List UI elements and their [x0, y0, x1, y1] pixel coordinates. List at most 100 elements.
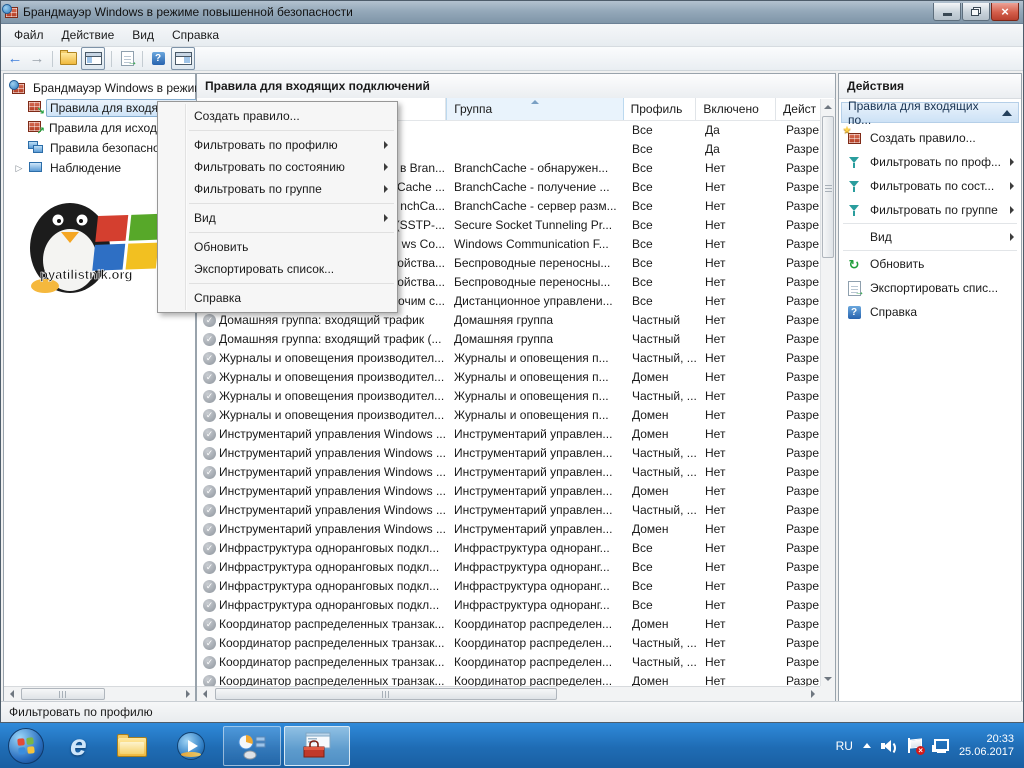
- rule-action-cell: Разре: [778, 579, 820, 593]
- clock[interactable]: 20:33 25.06.2017: [959, 733, 1014, 759]
- rule-row[interactable]: ✓Инструментарий управления Windows ...Ин…: [197, 462, 820, 481]
- context-menu-item-refresh[interactable]: Обновить: [158, 236, 397, 258]
- scroll-down-icon[interactable]: [821, 671, 835, 686]
- scrollbar-thumb[interactable]: [21, 688, 105, 700]
- restore-button[interactable]: [962, 3, 990, 21]
- rule-enabled-cell: Нет: [698, 427, 778, 441]
- network-icon[interactable]: [932, 739, 949, 753]
- forward-icon[interactable]: →: [28, 49, 46, 68]
- close-button[interactable]: ×: [991, 3, 1019, 21]
- action-item-view[interactable]: Вид: [839, 225, 1021, 249]
- rule-enabled-cell: Нет: [698, 275, 778, 289]
- context-menu-item-filter-group[interactable]: Фильтровать по группе: [158, 178, 397, 200]
- rule-enabled-cell: Нет: [698, 370, 778, 384]
- rule-enabled-cell: Нет: [698, 465, 778, 479]
- action-item-refresh[interactable]: ↻Обновить: [839, 252, 1021, 276]
- list-vertical-scrollbar[interactable]: [820, 99, 835, 686]
- list-horizontal-scrollbar[interactable]: [197, 686, 820, 701]
- action-item-filter-group[interactable]: Фильтровать по группе: [839, 198, 1021, 222]
- disabled-check-icon: ✓: [203, 314, 216, 327]
- context-menu-item-filter-state[interactable]: Фильтровать по состоянию: [158, 156, 397, 178]
- rule-row[interactable]: ✓Журналы и оповещения производител...Жур…: [197, 386, 820, 405]
- action-item-new-rule[interactable]: ★Создать правило...: [839, 126, 1021, 150]
- control-panel-taskbar-button[interactable]: [223, 726, 281, 766]
- action-item-label: Фильтровать по проф...: [870, 155, 1001, 169]
- scroll-right-icon[interactable]: [180, 687, 195, 701]
- action-item-help[interactable]: ?Справка: [839, 300, 1021, 324]
- tree-horizontal-scrollbar[interactable]: [4, 686, 195, 701]
- rule-row[interactable]: ✓Инфраструктура одноранговых подкл...Инф…: [197, 538, 820, 557]
- action-center-flag-icon[interactable]: ×: [907, 738, 922, 753]
- action-item-export-list[interactable]: →Экспортировать спис...: [839, 276, 1021, 300]
- control-panel-icon: [237, 732, 267, 760]
- context-menu-item-new-rule[interactable]: Создать правило...: [158, 105, 397, 127]
- scroll-right-icon[interactable]: [805, 687, 820, 701]
- rule-row[interactable]: ✓Журналы и оповещения производител...Жур…: [197, 348, 820, 367]
- rule-row[interactable]: ✓Инфраструктура одноранговых подкл...Инф…: [197, 576, 820, 595]
- filter-icon: [846, 181, 862, 192]
- rule-row[interactable]: ✓Журналы и оповещения производител...Жур…: [197, 405, 820, 424]
- volume-icon[interactable]: [881, 739, 897, 753]
- show-hide-tree-icon[interactable]: [81, 47, 105, 70]
- inbound-rules-icon: ↘: [28, 101, 41, 115]
- admin-tools-taskbar-button[interactable]: [284, 726, 350, 766]
- scrollbar-thumb[interactable]: [215, 688, 557, 700]
- back-icon[interactable]: ←: [6, 49, 24, 68]
- rule-row[interactable]: ✓Журналы и оповещения производител...Жур…: [197, 367, 820, 386]
- action-item-filter-state[interactable]: Фильтровать по сост...: [839, 174, 1021, 198]
- scroll-left-icon[interactable]: [4, 687, 19, 701]
- rule-row[interactable]: ✓Инструментарий управления Windows ...Ин…: [197, 519, 820, 538]
- internet-explorer-icon[interactable]: e: [70, 731, 87, 761]
- rule-row[interactable]: ✓Инструментарий управления Windows ...Ин…: [197, 424, 820, 443]
- rule-row[interactable]: ✓Координатор распределенных транзак...Ко…: [197, 614, 820, 633]
- scrollbar-thumb[interactable]: [822, 116, 834, 258]
- rule-status-icon: ✓: [197, 635, 219, 650]
- rule-row[interactable]: ✓Инструментарий управления Windows ...Ин…: [197, 500, 820, 519]
- column-header-profile[interactable]: Профиль: [624, 98, 697, 120]
- rule-name-cell: Инструментарий управления Windows ...: [219, 484, 447, 498]
- tree-item-firewall-root[interactable]: Брандмауэр Windows в режим: [4, 78, 195, 98]
- context-menu-item-export-list[interactable]: Экспортировать список...: [158, 258, 397, 280]
- column-header-group[interactable]: Группа: [446, 98, 623, 120]
- hidden-icons-icon[interactable]: [863, 743, 871, 748]
- rule-row[interactable]: ✓Координатор распределенных транзак...Ко…: [197, 671, 820, 686]
- minimize-button[interactable]: [933, 3, 961, 21]
- console-folder-icon[interactable]: [59, 49, 77, 68]
- windows-explorer-icon[interactable]: [117, 735, 147, 757]
- menubar-item-3[interactable]: Справка: [163, 25, 228, 45]
- rule-status-icon: ✓: [197, 521, 219, 536]
- rule-row[interactable]: ✓Инфраструктура одноранговых подкл...Инф…: [197, 595, 820, 614]
- scroll-left-icon[interactable]: [197, 687, 212, 701]
- actions-section-header[interactable]: Правила для входящих по...: [841, 102, 1019, 123]
- show-hide-actions-icon[interactable]: [171, 47, 195, 70]
- menubar-item-0[interactable]: Файл: [5, 25, 53, 45]
- media-player-icon[interactable]: [177, 732, 205, 760]
- menubar-item-2[interactable]: Вид: [123, 25, 163, 45]
- rule-row[interactable]: ✓Домашняя группа: входящий трафик (...До…: [197, 329, 820, 348]
- rule-name-cell: Инструментарий управления Windows ...: [219, 446, 447, 460]
- rule-row[interactable]: ✓Координатор распределенных транзак...Ко…: [197, 652, 820, 671]
- rule-enabled-cell: Нет: [698, 332, 778, 346]
- context-menu-item-help[interactable]: Справка: [158, 287, 397, 309]
- rule-group-cell: Инструментарий управлен...: [447, 446, 625, 460]
- expander-icon[interactable]: ▷: [14, 163, 24, 174]
- export-list-icon[interactable]: →: [118, 49, 136, 68]
- menubar-item-1[interactable]: Действие: [53, 25, 124, 45]
- start-button[interactable]: [8, 728, 44, 764]
- context-menu-item-filter-profile[interactable]: Фильтровать по профилю: [158, 134, 397, 156]
- rule-row[interactable]: ✓Инструментарий управления Windows ...Ин…: [197, 443, 820, 462]
- help-icon[interactable]: ?: [149, 49, 167, 68]
- rule-enabled-cell: Нет: [698, 313, 778, 327]
- rule-enabled-cell: Нет: [698, 237, 778, 251]
- rule-row[interactable]: ✓Инфраструктура одноранговых подкл...Инф…: [197, 557, 820, 576]
- scroll-up-icon[interactable]: [821, 99, 835, 114]
- rule-group-cell: Журналы и оповещения п...: [447, 351, 625, 365]
- scrollbar-corner: [820, 686, 835, 701]
- column-header-enabled[interactable]: Включено: [696, 98, 776, 120]
- rule-group-cell: Windows Communication F...: [447, 237, 625, 251]
- context-menu-item-view[interactable]: Вид: [158, 207, 397, 229]
- rule-row[interactable]: ✓Координатор распределенных транзак...Ко…: [197, 633, 820, 652]
- rule-row[interactable]: ✓Инструментарий управления Windows ...Ин…: [197, 481, 820, 500]
- action-item-filter-profile[interactable]: Фильтровать по проф...: [839, 150, 1021, 174]
- language-indicator[interactable]: RU: [836, 739, 853, 753]
